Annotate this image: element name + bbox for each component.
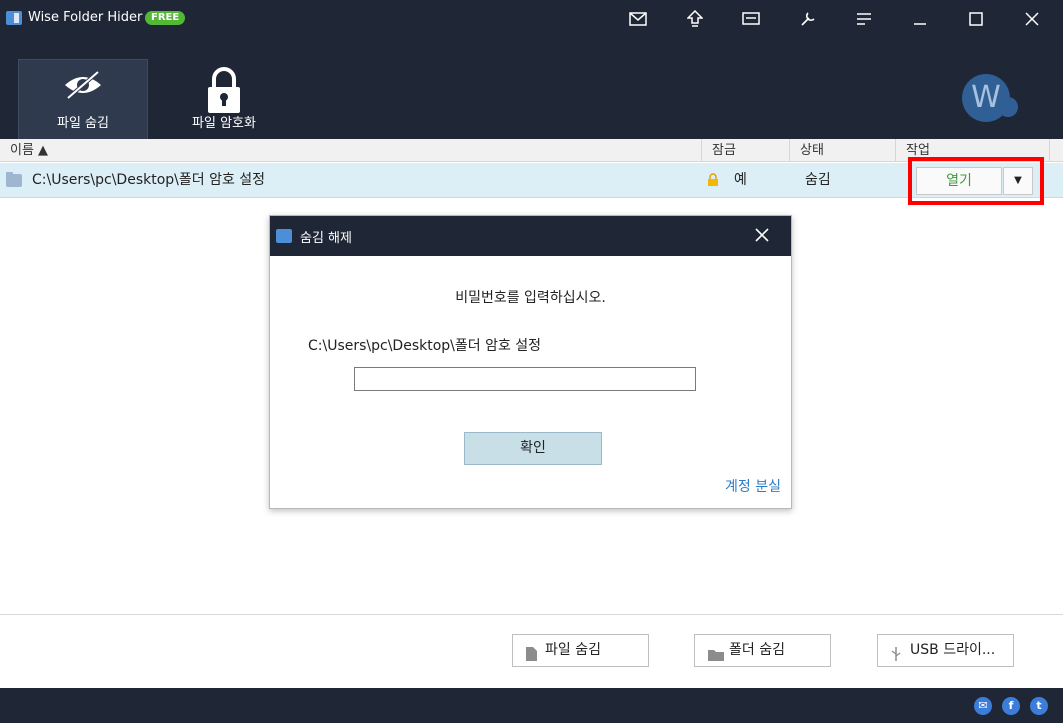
dialog-title-bar: 숨김 해제 xyxy=(270,216,791,256)
menu-icon[interactable] xyxy=(853,8,875,30)
tab-file-encrypt[interactable]: 파일 암호화 xyxy=(159,59,289,139)
app-logo-icon xyxy=(6,11,22,25)
bottom-divider xyxy=(0,614,1063,615)
dialog-close-icon[interactable] xyxy=(751,224,773,246)
folder-icon xyxy=(707,643,725,674)
tab-file-hide[interactable]: 파일 숨김 xyxy=(18,59,148,139)
dialog-path: C:\Users\pc\Desktop\폴더 암호 설정 xyxy=(308,338,542,354)
upload-icon[interactable] xyxy=(684,8,706,30)
forgot-account-link[interactable]: 계정 분실 xyxy=(725,476,781,496)
highlight-box xyxy=(908,157,1044,205)
email-icon[interactable]: ✉ xyxy=(974,697,992,715)
top-bar: Wise Folder Hider FREE 파일 숨김 파일 암호화 W xyxy=(0,0,1063,139)
app-logo-icon xyxy=(276,229,292,243)
hide-file-button[interactable]: 파일 숨김 xyxy=(512,634,649,667)
button-label: 파일 숨김 xyxy=(545,642,601,658)
usb-icon xyxy=(890,643,902,674)
tab-label: 파일 숨김 xyxy=(57,116,109,131)
dialog-title: 숨김 해제 xyxy=(300,231,352,246)
unhide-dialog: 숨김 해제 비밀번호를 입력하십시오. C:\Users\pc\Desktop\… xyxy=(269,215,792,509)
table-row[interactable]: C:\Users\pc\Desktop\폴더 암호 설정 예 숨김 xyxy=(0,163,1063,198)
password-input[interactable] xyxy=(354,367,696,391)
usb-drive-button[interactable]: USB 드라이... xyxy=(877,634,1014,667)
lock-small-icon xyxy=(707,173,719,187)
row-path: C:\Users\pc\Desktop\폴더 암호 설정 xyxy=(32,172,266,188)
row-status-value: 숨김 xyxy=(805,172,831,188)
free-badge: FREE xyxy=(145,11,186,25)
button-label: 폴더 숨김 xyxy=(729,642,785,658)
title-bar: Wise Folder Hider FREE xyxy=(0,0,1063,38)
confirm-button[interactable]: 확인 xyxy=(464,432,602,465)
column-header-status[interactable]: 상태 xyxy=(790,139,896,162)
row-lock-value: 예 xyxy=(734,172,747,188)
column-header-lock[interactable]: 잠금 xyxy=(702,139,790,162)
avatar-status-dot xyxy=(998,97,1018,117)
hide-folder-button[interactable]: 폴더 숨김 xyxy=(694,634,831,667)
message-icon[interactable] xyxy=(740,8,762,30)
minimize-icon[interactable] xyxy=(909,8,931,30)
table-header: 이름 ▲ 잠금 상태 작업 xyxy=(0,139,1063,162)
tab-label: 파일 암호화 xyxy=(192,116,256,131)
button-label: USB 드라이... xyxy=(910,642,996,658)
twitter-icon[interactable]: t xyxy=(1030,697,1048,715)
footer-bar xyxy=(0,688,1063,723)
maximize-icon[interactable] xyxy=(965,8,987,30)
folder-icon xyxy=(6,172,22,187)
app-title: Wise Folder Hider xyxy=(28,10,143,25)
mail-icon[interactable] xyxy=(627,8,649,30)
dialog-message: 비밀번호를 입력하십시오. xyxy=(455,290,606,306)
file-icon xyxy=(525,643,538,674)
facebook-icon[interactable]: f xyxy=(1002,697,1020,715)
close-icon[interactable] xyxy=(1021,8,1043,30)
tools-icon[interactable] xyxy=(797,8,819,30)
eye-hidden-icon xyxy=(62,68,104,106)
column-header-name[interactable]: 이름 ▲ xyxy=(0,139,702,162)
